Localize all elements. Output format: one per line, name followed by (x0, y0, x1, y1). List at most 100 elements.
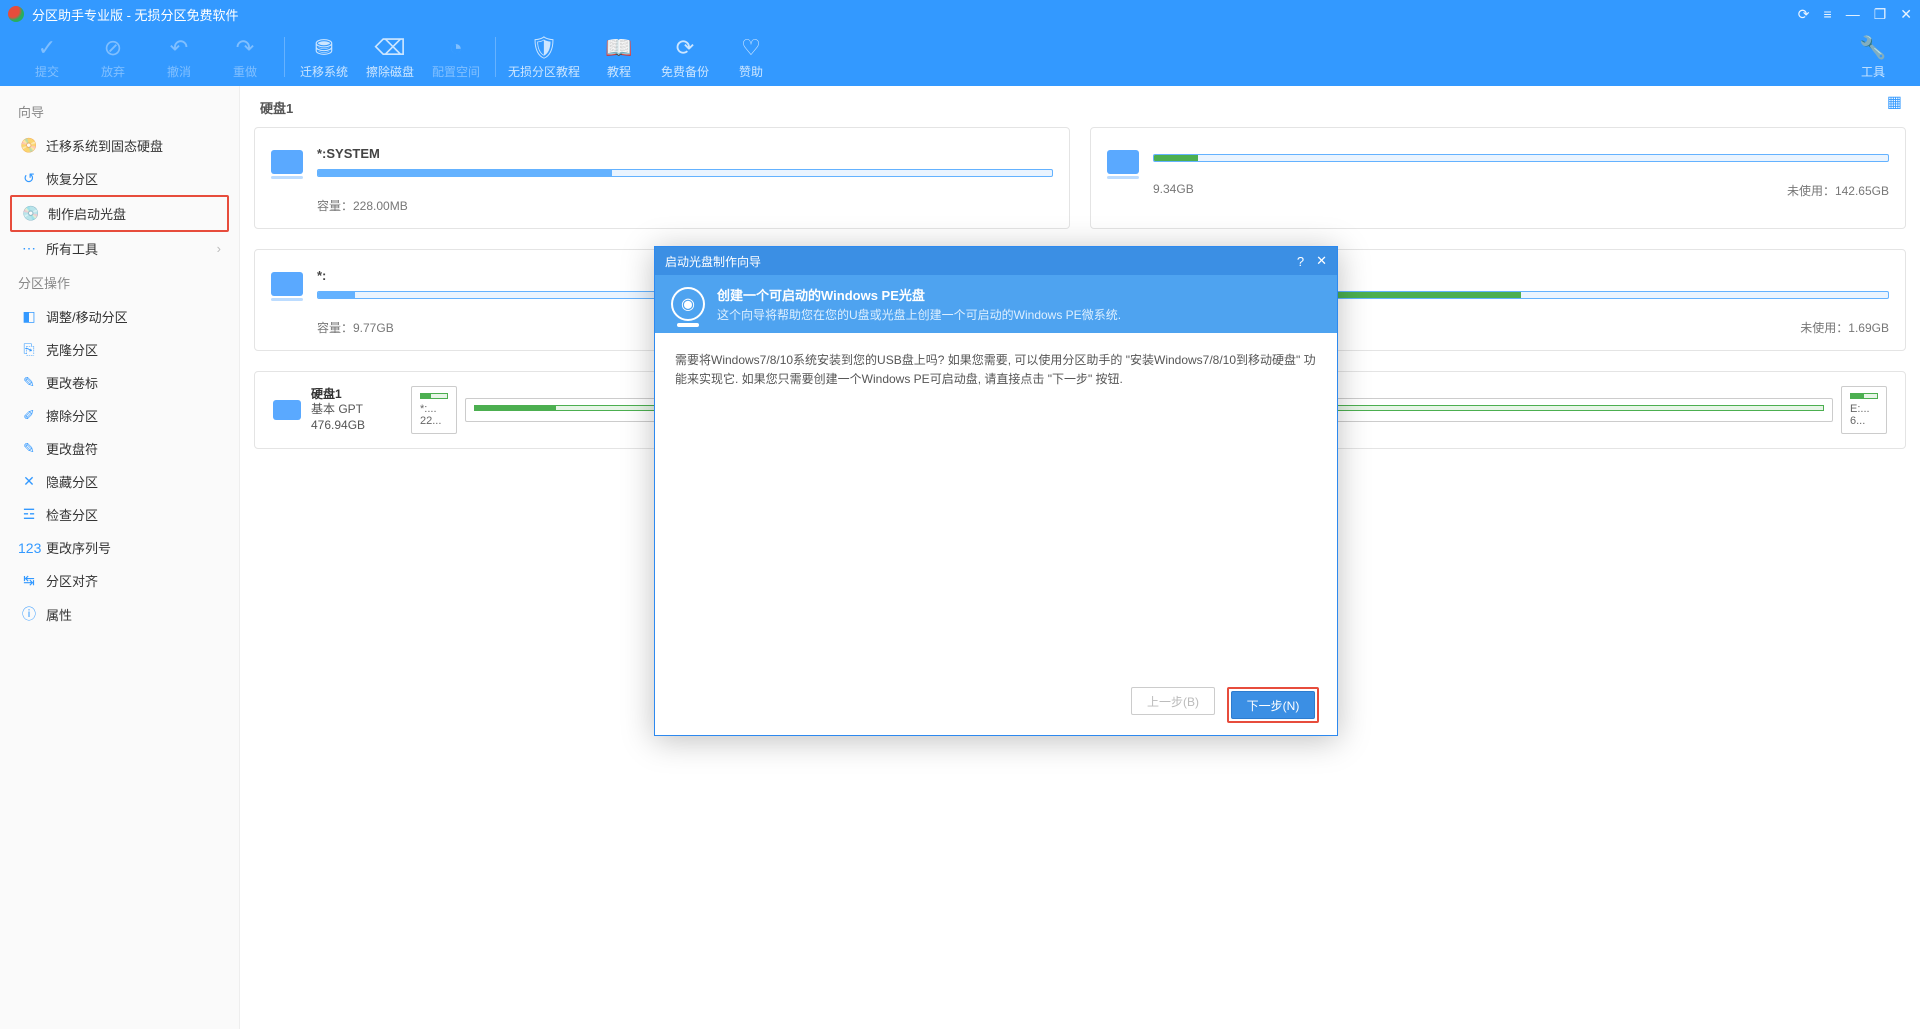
sidebar-item-label: 检查分区 (46, 505, 98, 524)
sidebar-item[interactable]: ☲ 检查分区 (10, 498, 229, 531)
toolbar-label: 教程 (607, 63, 631, 80)
sidebar-item-icon: ⎘ (18, 341, 40, 358)
sidebar-item[interactable]: ⓘ 属性 (10, 597, 229, 631)
toolbar-label: 提交 (35, 63, 59, 80)
view-toggle-icon[interactable]: ▦ (1887, 92, 1902, 112)
toolbar-icon: ✓ (38, 35, 56, 61)
main: 向导📀 迁移系统到固态硬盘 ↺ 恢复分区 💿 制作启动光盘 ⋯ 所有工具 ›分区… (0, 86, 1920, 1029)
tools-button[interactable]: 🔧 工具 (1840, 35, 1906, 80)
help-icon[interactable]: ? (1297, 254, 1304, 269)
sidebar-item-icon: ☲ (18, 506, 40, 523)
sidebar-item[interactable]: ⎘ 克隆分区 (10, 333, 229, 366)
sidebar-item-label: 恢复分区 (46, 169, 98, 188)
toolbar-label: 放弃 (101, 63, 125, 80)
toolbar-item[interactable]: 🛡 无损分区教程 (502, 35, 586, 80)
sidebar-item-icon: 💿 (20, 205, 42, 222)
toolbar-label: 免费备份 (661, 63, 709, 80)
sidebar-item[interactable]: 123 更改序列号 (10, 531, 229, 564)
disk-strip-segment[interactable]: *:... 22... (411, 386, 457, 434)
toolbar-icon: 🛡 (530, 35, 558, 61)
capacity-label: 9.34GB (1153, 182, 1194, 199)
sidebar-header: 分区操作 (10, 265, 229, 300)
content: 硬盘1 ▦ *:SYSTEM 容量：228.00MB 9.34GB 未使用：14… (240, 86, 1920, 1029)
dialog-body: 需要将Windows7/8/10系统安装到您的USB盘上吗? 如果您需要, 可以… (655, 333, 1337, 675)
toolbar-icon: ⊘ (104, 35, 122, 61)
usage-bar (1153, 154, 1889, 162)
sidebar-item-icon: ↺ (18, 170, 40, 187)
toolbar-item: ↷ 重做 (212, 35, 278, 80)
sidebar-header: 向导 (10, 94, 229, 129)
partition-card[interactable]: *:SYSTEM 容量：228.00MB (254, 127, 1070, 229)
sidebar-item[interactable]: ⋯ 所有工具 › (10, 232, 229, 265)
toolbar-label: 重做 (233, 63, 257, 80)
toolbar-item[interactable]: ⛃ 迁移系统 (291, 35, 357, 80)
toolbar-icon: 📖 (605, 35, 632, 61)
sidebar-item-label: 所有工具 (46, 239, 98, 258)
sidebar-item[interactable]: ✎ 更改卷标 (10, 366, 229, 399)
menu-icon[interactable]: ≡ (1824, 6, 1832, 22)
toolbar-label: 配置空间 (432, 63, 480, 80)
toolbar-item[interactable]: ⟳ 免费备份 (652, 35, 718, 80)
chevron-right-icon: › (217, 241, 221, 256)
sidebar-item-label: 制作启动光盘 (48, 204, 126, 223)
disk-info: 硬盘1 基本 GPT 476.94GB (273, 387, 403, 434)
dialog-titlebar[interactable]: 启动光盘制作向导 ? ✕ (655, 247, 1337, 275)
sidebar-item[interactable]: 📀 迁移系统到固态硬盘 (10, 129, 229, 162)
sidebar-item-label: 调整/移动分区 (46, 307, 128, 326)
toolbar: ✓ 提交⊘ 放弃↶ 撤消↷ 重做⛃ 迁移系统⌫ 擦除磁盘◔ 配置空间🛡 无损分区… (0, 28, 1920, 86)
sidebar-item-label: 隐藏分区 (46, 472, 98, 491)
disk-size: 476.94GB (311, 418, 365, 432)
sidebar-item[interactable]: ✎ 更改盘符 (10, 432, 229, 465)
sidebar-item-icon: ⋯ (18, 240, 40, 257)
sidebar-item-icon: ⓘ (18, 604, 40, 624)
banner-subtitle: 这个向导将帮助您在您的U盘或光盘上创建一个可启动的Windows PE微系统. (717, 306, 1121, 323)
sidebar-item-icon: 📀 (18, 137, 40, 154)
sidebar-item[interactable]: 💿 制作启动光盘 (10, 195, 229, 232)
titlebar: 分区助手专业版 - 无损分区免费软件 ⟳ ≡ ― ❐ ✕ (0, 0, 1920, 28)
toolbar-item[interactable]: ⌫ 擦除磁盘 (357, 35, 423, 80)
toolbar-item: ↶ 撤消 (146, 35, 212, 80)
dialog-footer: 上一步(B) 下一步(N) (655, 675, 1337, 735)
refresh-icon[interactable]: ⟳ (1798, 6, 1810, 23)
sidebar-item-icon: ✕ (18, 473, 40, 490)
toolbar-item: ⊘ 放弃 (80, 35, 146, 80)
sidebar-item[interactable]: ↹ 分区对齐 (10, 564, 229, 597)
sidebar-item[interactable]: ↺ 恢复分区 (10, 162, 229, 195)
sidebar-item-label: 更改卷标 (46, 373, 98, 392)
window-controls: ⟳ ≡ ― ❐ ✕ (1798, 6, 1912, 23)
sidebar-item-label: 分区对齐 (46, 571, 98, 590)
close-icon[interactable]: ✕ (1900, 6, 1912, 23)
next-button[interactable]: 下一步(N) (1231, 691, 1315, 719)
minimize-icon[interactable]: ― (1846, 6, 1860, 22)
sidebar: 向导📀 迁移系统到固态硬盘 ↺ 恢复分区 💿 制作启动光盘 ⋯ 所有工具 ›分区… (0, 86, 240, 1029)
toolbar-item[interactable]: 📖 教程 (586, 35, 652, 80)
sidebar-item-icon: ◧ (18, 308, 40, 325)
capacity-label: 容量：228.00MB (317, 197, 408, 214)
sidebar-item[interactable]: ◧ 调整/移动分区 (10, 300, 229, 333)
sidebar-item-icon: ✎ (18, 440, 40, 457)
partition-card[interactable]: 9.34GB 未使用：142.65GB (1090, 127, 1906, 229)
wrench-icon: 🔧 (1859, 35, 1886, 61)
toolbar-item[interactable]: ♡ 赞助 (718, 35, 784, 80)
dialog-close-icon[interactable]: ✕ (1316, 253, 1327, 269)
boot-disc-wizard-dialog: 启动光盘制作向导 ? ✕ ◉ 创建一个可启动的Windows PE光盘 这个向导… (654, 246, 1338, 736)
sidebar-item[interactable]: ✐ 擦除分区 (10, 399, 229, 432)
window-title: 分区助手专业版 - 无损分区免费软件 (32, 5, 1798, 24)
sidebar-item-icon: ✐ (18, 407, 40, 424)
maximize-icon[interactable]: ❐ (1874, 6, 1887, 23)
prev-button: 上一步(B) (1131, 687, 1215, 715)
sidebar-item-label: 迁移系统到固态硬盘 (46, 136, 163, 155)
unused-label: 未使用：1.69GB (1800, 319, 1889, 336)
toolbar-label: 擦除磁盘 (366, 63, 414, 80)
disk-strip-segment[interactable]: E:... 6... (1841, 386, 1887, 434)
partition-icon (271, 272, 303, 296)
toolbar-label: 无损分区教程 (508, 63, 580, 80)
sidebar-item-label: 擦除分区 (46, 406, 98, 425)
disk-title: 硬盘1 (260, 98, 1906, 117)
sidebar-item-label: 属性 (46, 605, 72, 624)
partition-icon (1107, 150, 1139, 174)
partition-name: *:SYSTEM (317, 146, 1053, 161)
sidebar-item[interactable]: ✕ 隐藏分区 (10, 465, 229, 498)
toolbar-label: 迁移系统 (300, 63, 348, 80)
toolbar-icon: ⟳ (676, 35, 694, 61)
